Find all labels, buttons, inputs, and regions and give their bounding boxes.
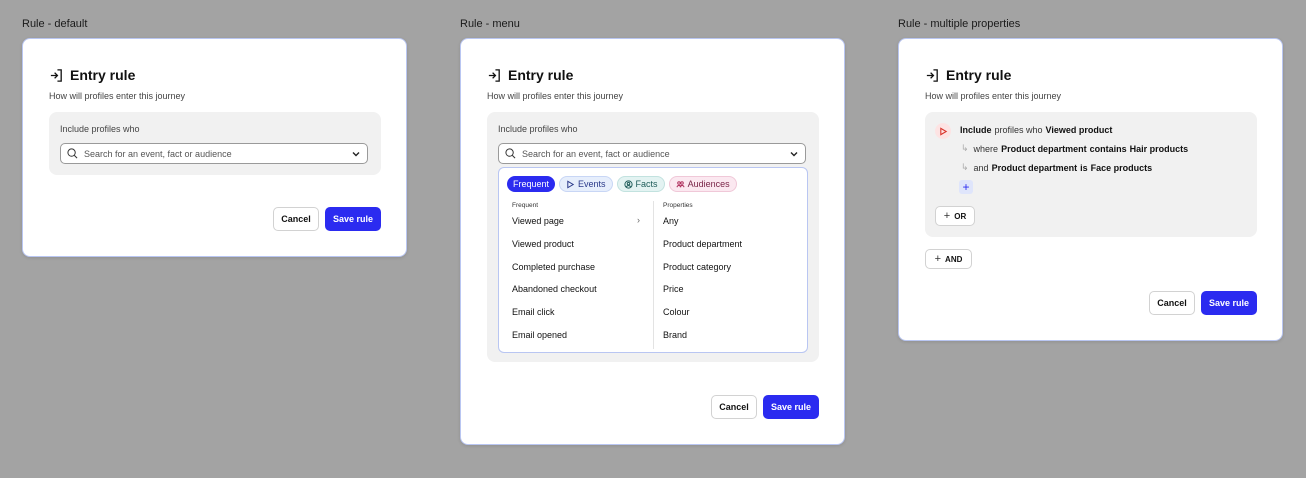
- title-row: Entry rule: [487, 67, 573, 83]
- menu-item-property[interactable]: Product category: [663, 262, 731, 272]
- title-row: Entry rule: [925, 67, 1011, 83]
- column-divider: [653, 201, 654, 349]
- search-input[interactable]: Search for an event, fact or audience: [498, 143, 806, 164]
- menu-item-event[interactable]: Completed purchase: [512, 262, 595, 272]
- include-panel: Include profiles who Search for an event…: [49, 112, 381, 175]
- chevron-down-icon[interactable]: [789, 149, 799, 159]
- save-rule-button[interactable]: Save rule: [763, 395, 819, 419]
- add-and-button[interactable]: + AND: [925, 249, 972, 269]
- chevron-right-icon: ›: [637, 215, 640, 225]
- audience-icon: [675, 180, 685, 187]
- include-rule-line[interactable]: Include profiles who Viewed product: [960, 125, 1112, 135]
- condition-property: Product department: [991, 162, 1078, 173]
- condition-property: Product department: [1001, 143, 1087, 154]
- menu-item-event[interactable]: Email click: [512, 307, 555, 317]
- condition-value: Hair products: [1129, 143, 1189, 154]
- menu-item-property[interactable]: Any: [663, 216, 679, 226]
- menu-item-property[interactable]: Brand: [663, 330, 687, 340]
- menu-item-event[interactable]: Email opened: [512, 330, 567, 340]
- event-icon: [567, 179, 575, 189]
- branch-icon: ↳: [961, 143, 969, 153]
- enter-icon: [50, 68, 62, 82]
- condition-row[interactable]: ↳ where Product department contains Hair…: [961, 143, 1188, 154]
- menu-item-property[interactable]: Price: [663, 284, 684, 294]
- include-label: Include profiles who: [60, 124, 140, 134]
- chip-label: Frequent: [513, 179, 550, 189]
- include-panel: Include profiles who Search for an event…: [487, 112, 819, 362]
- profiles-who-text: profiles who: [994, 125, 1043, 135]
- search-icon: [505, 148, 516, 159]
- chevron-down-icon[interactable]: [351, 149, 361, 159]
- event-name: Viewed product: [1045, 125, 1113, 135]
- condition-prefix: where: [973, 143, 999, 154]
- chip-label: Audiences: [687, 179, 730, 189]
- search-placeholder: Search for an event, fact or audience: [522, 148, 670, 159]
- menu-item-property[interactable]: Product department: [663, 239, 742, 249]
- page-title: Entry rule: [508, 67, 574, 83]
- and-label: AND: [945, 254, 963, 264]
- menu-item-event[interactable]: Viewed page: [512, 216, 564, 226]
- search-placeholder: Search for an event, fact or audience: [84, 148, 232, 159]
- include-label: Include profiles who: [498, 124, 578, 134]
- frame-label-default: Rule - default: [22, 18, 88, 30]
- condition-value: Face products: [1090, 162, 1153, 173]
- title-row: Entry rule: [49, 67, 135, 83]
- event-badge: [935, 123, 951, 139]
- subtitle: How will profiles enter this journey: [925, 91, 1062, 101]
- or-label: OR: [954, 211, 967, 221]
- chip-facts[interactable]: Facts: [616, 176, 665, 192]
- page-title: Entry rule: [70, 67, 136, 83]
- frame-label-menu: Rule - menu: [460, 18, 520, 30]
- menu-item-event[interactable]: Abandoned checkout: [512, 284, 597, 294]
- chip-events[interactable]: Events: [559, 176, 613, 192]
- search-input[interactable]: Search for an event, fact or audience: [60, 143, 368, 164]
- frequent-heading: Frequent: [512, 202, 539, 209]
- include-word: Include: [960, 125, 992, 135]
- subtitle: How will profiles enter this journey: [49, 91, 186, 101]
- cancel-button[interactable]: Cancel: [273, 207, 319, 231]
- plus-icon: +: [943, 210, 951, 222]
- plus-icon: +: [934, 253, 942, 265]
- add-or-button[interactable]: + OR: [935, 206, 975, 226]
- page-title: Entry rule: [946, 67, 1012, 83]
- condition-prefix: and: [973, 162, 989, 173]
- condition-operator: is: [1080, 162, 1088, 173]
- chip-audiences[interactable]: Audiences: [668, 176, 737, 192]
- frame-label-multiple: Rule - multiple properties: [898, 18, 1021, 30]
- menu-item-property[interactable]: Colour: [663, 307, 690, 317]
- filter-chips: Frequent Events Facts Audiences: [507, 176, 737, 192]
- plus-icon: +: [962, 180, 970, 194]
- include-panel: Include profiles who Viewed product ↳ wh…: [925, 112, 1257, 237]
- condition-operator: contains: [1089, 143, 1127, 154]
- menu-item-event[interactable]: Viewed product: [512, 239, 574, 249]
- save-rule-button[interactable]: Save rule: [1201, 291, 1257, 315]
- branch-icon: ↳: [961, 162, 969, 172]
- enter-icon: [926, 68, 938, 82]
- entry-rule-card-multiple: Entry rule How will profiles enter this …: [898, 38, 1283, 341]
- entry-rule-card-default: Entry rule How will profiles enter this …: [22, 38, 407, 257]
- cancel-button[interactable]: Cancel: [1149, 291, 1195, 315]
- enter-icon: [488, 68, 500, 82]
- chip-label: Facts: [635, 179, 658, 189]
- subtitle: How will profiles enter this journey: [487, 91, 624, 101]
- save-rule-button[interactable]: Save rule: [325, 207, 381, 231]
- add-condition-button[interactable]: +: [959, 180, 973, 194]
- entry-rule-card-menu: Entry rule How will profiles enter this …: [460, 38, 845, 445]
- search-icon: [67, 148, 78, 159]
- condition-row[interactable]: ↳ and Product department is Face product…: [961, 162, 1152, 173]
- event-icon: [939, 126, 947, 136]
- properties-heading: Properties: [663, 202, 693, 209]
- chip-label: Events: [578, 179, 606, 189]
- fact-icon: [623, 179, 633, 189]
- cancel-button[interactable]: Cancel: [711, 395, 757, 419]
- chip-frequent[interactable]: Frequent: [507, 176, 556, 192]
- search-dropdown-menu: Frequent Events Facts Audiences Frequent…: [498, 167, 808, 353]
